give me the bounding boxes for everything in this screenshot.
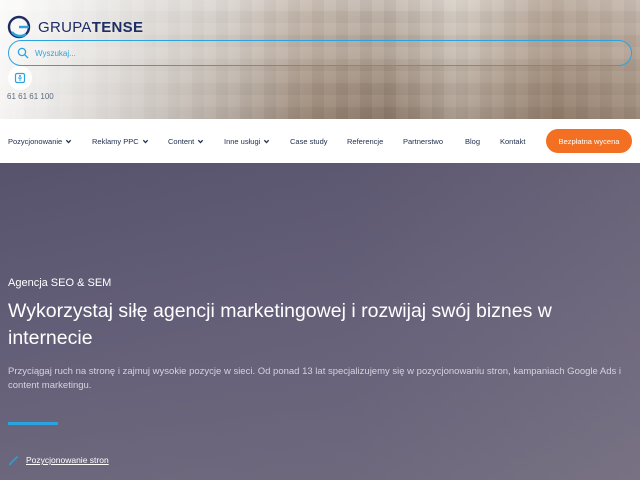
nav-item-label: Content [168,136,195,146]
nav-item-partnerstwo[interactable]: Partnerstwo [403,119,443,163]
logo[interactable]: GRUPATENSE [6,14,143,40]
nav-item-inne-uslugi[interactable]: Inne usługi [224,119,270,163]
nav-item-referencje[interactable]: Referencje [347,119,383,163]
nav-item-label: Inne usługi [224,136,261,146]
pencil-icon [9,455,19,466]
nav-item-content[interactable]: Content [168,119,204,163]
nav-item-label: Case study [290,136,328,146]
free-quote-button[interactable]: Bezpłatna wycena [546,129,632,153]
top-header: GRUPATENSE 61 61 61 100 [0,0,640,119]
hero-link-row: Pozycjonowanie stron [8,454,109,466]
nav-item-label: Pozycjonowanie [8,136,63,146]
main-nav: Pozycjonowanie Reklamy PPC Content Inne … [0,119,640,163]
nav-item-reklamy-ppc[interactable]: Reklamy PPC [92,119,149,163]
chevron-down-icon [264,139,270,144]
nav-item-blog[interactable]: Blog [465,119,480,163]
nav-item-kontakt[interactable]: Kontakt [500,119,525,163]
brand-name: GRUPATENSE [38,19,143,36]
nav-item-label: Reklamy PPC [92,136,139,146]
logo-mark-icon [7,15,31,39]
nav-item-label: Kontakt [500,136,526,146]
accessibility-icon [14,72,26,84]
nav-item-case-study[interactable]: Case study [290,119,328,163]
chevron-down-icon [198,139,204,144]
chevron-down-icon [142,139,148,144]
search-bar[interactable] [8,40,632,66]
nav-item-pozycjonowanie[interactable]: Pozycjonowanie [8,119,72,163]
hero-lead: Przyciągaj ruch na stronę i zajmuj wysok… [8,366,622,391]
nav-item-label: Blog [465,136,481,146]
brand-name-bold: TENSE [91,18,144,36]
nav-item-label: Referencje [347,136,384,146]
accessibility-button[interactable] [8,66,32,90]
nav-item-label: Partnerstwo [403,136,444,146]
hero-eyebrow: Agencja SEO & SEM [8,277,112,289]
hero-section: Agencja SEO & SEM Wykorzystaj siłę agenc… [0,163,640,480]
chevron-down-icon [66,139,72,144]
search-icon[interactable] [17,47,29,59]
hero-headline: Wykorzystaj siłę agencji marketingowej i… [8,300,552,349]
hero-divider [8,422,58,425]
phone-number[interactable]: 61 61 61 100 [7,92,54,101]
brand-name-thin: GRUPA [38,18,92,36]
pozycjonowanie-stron-link[interactable]: Pozycjonowanie stron [26,455,109,465]
search-input[interactable] [35,48,595,58]
